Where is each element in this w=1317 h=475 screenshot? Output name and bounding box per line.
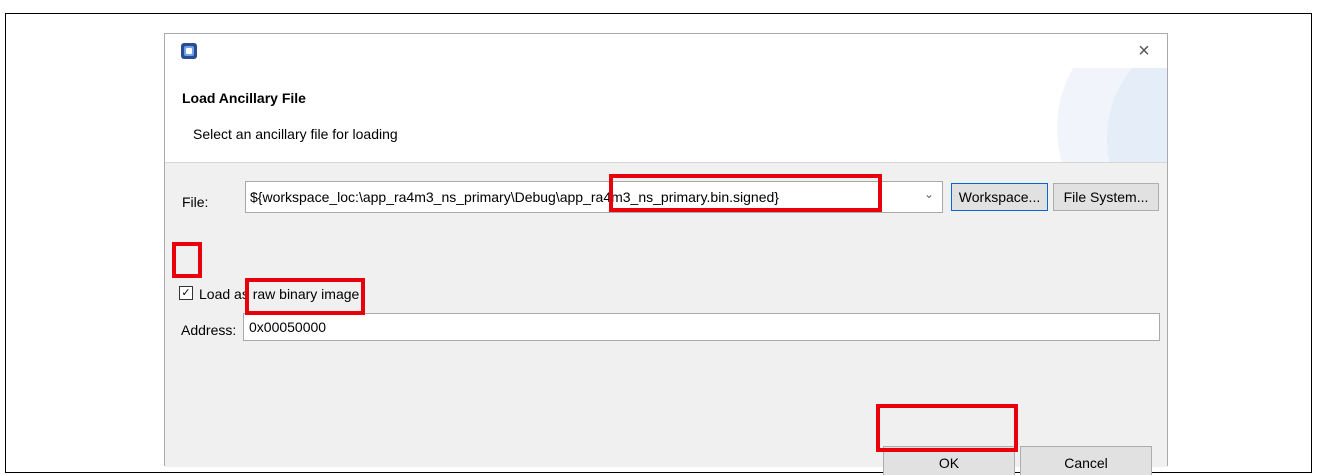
raw-binary-checkbox[interactable]: ✓ (179, 286, 193, 300)
ok-button[interactable]: OK (883, 446, 1015, 475)
dialog-banner: Load Ancillary File Select an ancillary … (165, 68, 1167, 162)
dialog-title: Load Ancillary File (182, 90, 306, 106)
close-icon[interactable]: × (1131, 38, 1157, 64)
chevron-down-icon[interactable]: ⌄ (924, 187, 934, 201)
file-path-value: ${workspace_loc:\app_ra4m3_ns_primary\De… (250, 189, 779, 205)
workspace-button[interactable]: Workspace... (951, 183, 1048, 211)
file-path-combo[interactable]: ${workspace_loc:\app_ra4m3_ns_primary\De… (245, 181, 943, 213)
raw-binary-label[interactable]: Load as raw binary image (199, 286, 359, 302)
address-value: 0x00050000 (249, 319, 327, 335)
cancel-button[interactable]: Cancel (1020, 446, 1152, 475)
load-ancillary-file-dialog: × Load Ancillary File Select an ancillar… (164, 33, 1168, 475)
app-icon (181, 43, 197, 59)
file-label: File: (182, 194, 209, 210)
dialog-subtitle: Select an ancillary file for loading (193, 126, 398, 142)
file-system-button[interactable]: File System... (1053, 183, 1159, 211)
dialog-body: File: ${workspace_loc:\app_ra4m3_ns_prim… (165, 162, 1167, 475)
address-field[interactable]: 0x00050000 (243, 313, 1160, 341)
title-bar: × (165, 34, 1167, 68)
address-label: Address: (181, 322, 237, 338)
